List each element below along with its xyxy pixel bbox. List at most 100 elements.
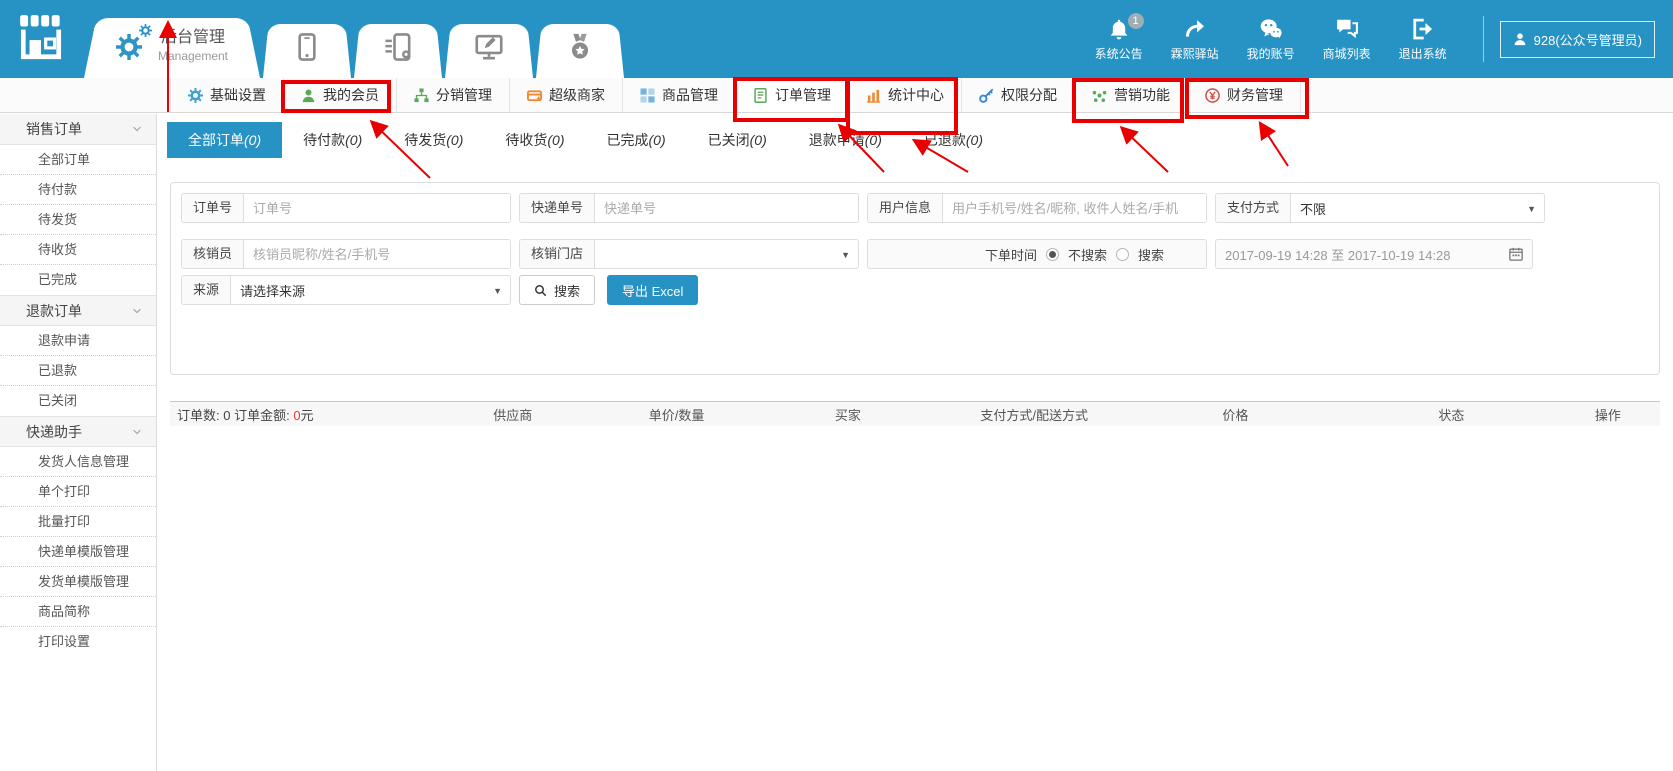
sidebar-item-completed[interactable]: 已完成 [0, 265, 156, 295]
radio-no-search[interactable] [1046, 248, 1059, 261]
sidebar-item-pending-shipment[interactable]: 待发货 [0, 205, 156, 235]
marketing-share-icon [1092, 88, 1107, 103]
comments-icon [1336, 16, 1358, 40]
status-tab-pending-payment[interactable]: 待付款(0) [282, 122, 383, 158]
sidebar-item-batch-print[interactable]: 批量打印 [0, 507, 156, 537]
sidebar-item-closed[interactable]: 已关闭 [0, 386, 156, 416]
sidebar-item-refunded[interactable]: 已退款 [0, 356, 156, 386]
pay-method-select[interactable]: 不限 ▼ [1291, 194, 1544, 222]
quick-link-logout[interactable]: 退出系统 [1399, 16, 1447, 62]
express-no-input[interactable] [595, 194, 858, 222]
gear-icon [188, 88, 203, 103]
express-no-group: 快递单号 [519, 193, 859, 223]
nav-item-distribution[interactable]: 分销管理 [397, 78, 510, 112]
tab-mobile[interactable] [263, 16, 351, 78]
status-tab-closed[interactable]: 已关闭(0) [687, 122, 788, 158]
notification-badge: 1 [1128, 13, 1144, 29]
quick-link-my-account[interactable]: 我的账号 [1247, 16, 1295, 62]
chevron-down-icon [131, 305, 143, 317]
tab-backend-management[interactable]: 后台管理 Management [84, 8, 260, 78]
sidebar-item-single-print[interactable]: 单个打印 [0, 477, 156, 507]
order-no-input[interactable] [244, 194, 510, 222]
bell-icon: 1 [1108, 16, 1130, 40]
nav-item-statistics[interactable]: 统计中心 [849, 78, 962, 112]
pc-edit-icon [475, 33, 503, 61]
order-time-group: 下单时间 不搜索 搜索 [867, 239, 1207, 269]
column-buyer: 买家 [751, 405, 945, 424]
mobile-marketing-icon [384, 33, 412, 61]
status-tab-pending-receipt[interactable]: 待收货(0) [484, 122, 585, 158]
tab-medal[interactable] [536, 16, 624, 78]
status-tab-refund-request[interactable]: 退款申请(0) [788, 122, 903, 158]
verify-store-group: 核销门店 ▼ [519, 239, 859, 269]
sidebar-item-pending-payment[interactable]: 待付款 [0, 175, 156, 205]
tab-pc-editor[interactable] [445, 16, 533, 78]
products-grid-icon [640, 88, 655, 103]
status-tab-refunded[interactable]: 已退款(0) [903, 122, 1004, 158]
finance-money-icon [1205, 88, 1220, 103]
search-button[interactable]: 搜索 [519, 275, 595, 305]
verifier-input[interactable] [244, 240, 510, 268]
sidebar-item-shipping-template[interactable]: 发货单模版管理 [0, 567, 156, 597]
column-supplier: 供应商 [423, 405, 602, 424]
verifier-group: 核销员 [181, 239, 511, 269]
verify-store-select[interactable]: ▼ [595, 240, 858, 268]
redo-arrow-icon [1184, 16, 1206, 40]
tab-mobile-marketing[interactable] [354, 16, 442, 78]
date-range-field[interactable]: 2017-09-19 14:28 至 2017-10-19 14:28 [1215, 239, 1533, 269]
search-filter-panel: 订单号 快递单号 用户信息 支付方式 不限 ▼ 核销员 [170, 182, 1660, 375]
order-amount-value: 0 [293, 408, 300, 423]
chevron-down-icon [131, 426, 143, 438]
wechat-icon [1259, 16, 1283, 40]
column-actions: 操作 [1556, 405, 1660, 424]
nav-item-my-members[interactable]: 我的会员 [284, 78, 397, 112]
nav-item-marketing[interactable]: 营销功能 [1075, 78, 1188, 112]
status-tab-all[interactable]: 全部订单(0) [167, 122, 282, 158]
sidebar-item-print-settings[interactable]: 打印设置 [0, 627, 156, 657]
source-select[interactable]: 请选择来源 ▼ [231, 276, 510, 304]
user-info-input[interactable] [943, 194, 1206, 222]
search-icon [534, 284, 547, 297]
store-logo-icon [16, 13, 66, 63]
order-no-group: 订单号 [181, 193, 511, 223]
nav-item-finance[interactable]: 财务管理 [1188, 78, 1301, 112]
user-badge[interactable]: 928(公众号管理员) [1500, 21, 1655, 58]
member-icon [301, 88, 316, 103]
order-time-label: 下单时间 [985, 245, 1037, 264]
radio-search[interactable] [1116, 248, 1129, 261]
sidebar-section-express-helper[interactable]: 快递助手 [0, 416, 156, 447]
sidebar-item-pending-receipt[interactable]: 待收货 [0, 235, 156, 265]
gears-icon [116, 26, 150, 60]
status-tab-pending-shipment[interactable]: 待发货(0) [383, 122, 484, 158]
source-group: 来源 请选择来源 ▼ [181, 275, 511, 305]
super-merchant-icon [527, 88, 542, 103]
sidebar-item-all-orders[interactable]: 全部订单 [0, 145, 156, 175]
sidebar-item-refund-request[interactable]: 退款申请 [0, 326, 156, 356]
nav-item-orders[interactable]: 订单管理 [736, 78, 849, 112]
caret-down-icon: ▼ [841, 250, 850, 260]
tab-subtitle: Management [158, 49, 228, 63]
sidebar-section-refund-orders[interactable]: 退款订单 [0, 295, 156, 326]
quick-link-station[interactable]: 霖熙驿站 [1171, 16, 1219, 62]
sidebar-item-shipper-info[interactable]: 发货人信息管理 [0, 447, 156, 477]
nav-item-super-merchant[interactable]: 超级商家 [510, 78, 623, 112]
express-no-label: 快递单号 [520, 194, 595, 222]
order-summary: 订单数: 0 订单金额: 0元 [170, 405, 423, 424]
nav-item-permissions[interactable]: 权限分配 [962, 78, 1075, 112]
nav-item-products[interactable]: 商品管理 [623, 78, 736, 112]
quick-link-announcements[interactable]: 1 系统公告 [1095, 16, 1143, 62]
column-status: 状态 [1347, 405, 1556, 424]
nav-item-basic-settings[interactable]: 基础设置 [170, 78, 284, 112]
column-price: 价格 [1124, 405, 1348, 424]
pay-method-label: 支付方式 [1216, 194, 1291, 222]
sidebar-section-sales-orders[interactable]: 销售订单 [0, 114, 156, 145]
caret-down-icon: ▼ [493, 286, 502, 296]
distribution-icon [414, 88, 429, 103]
sidebar-item-express-template[interactable]: 快递单模版管理 [0, 537, 156, 567]
calendar-icon [1509, 247, 1523, 261]
quick-link-mall-list[interactable]: 商城列表 [1323, 16, 1371, 62]
export-excel-button[interactable]: 导出 Excel [607, 275, 698, 305]
status-tab-completed[interactable]: 已完成(0) [586, 122, 687, 158]
sidebar-item-product-abbr[interactable]: 商品简称 [0, 597, 156, 627]
order-no-label: 订单号 [182, 194, 244, 222]
